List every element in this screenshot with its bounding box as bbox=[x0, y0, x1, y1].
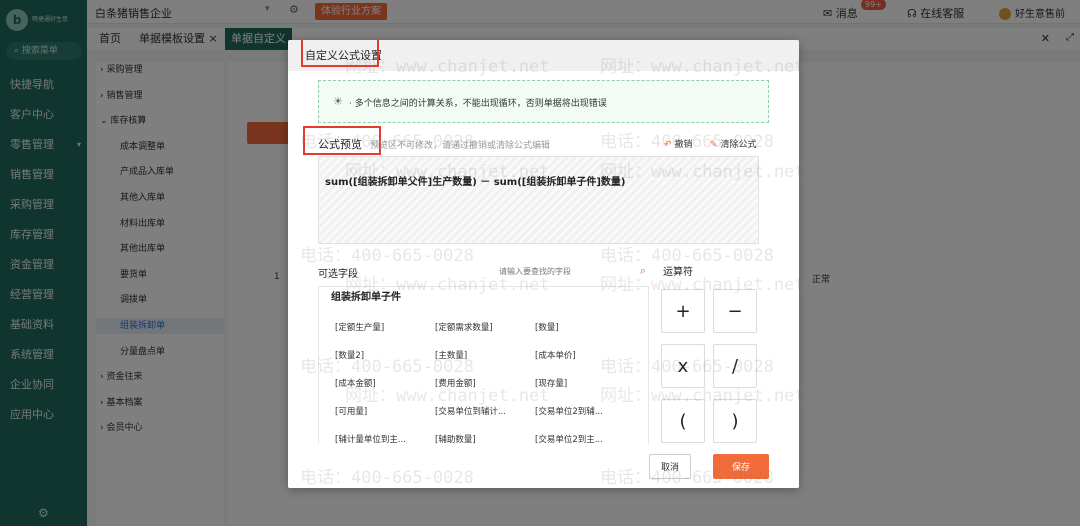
highlight-box bbox=[301, 40, 379, 67]
operator-plus-button[interactable]: + bbox=[661, 289, 705, 333]
field-search[interactable]: ⌕ bbox=[496, 263, 646, 280]
tip-text: · 多个信息之间的计算关系，不能出现循环，否则单据将出现错误 bbox=[349, 99, 607, 109]
field-item[interactable]: [费用金额] bbox=[435, 377, 476, 389]
operator-left-paren-button[interactable]: ( bbox=[661, 399, 705, 443]
lightbulb-icon: ☀ bbox=[333, 95, 343, 108]
field-item[interactable]: [成本金额] bbox=[335, 377, 376, 389]
field-item[interactable]: [数量] bbox=[535, 321, 559, 333]
cancel-button[interactable]: 取消 bbox=[649, 454, 691, 479]
field-group-title: 组装拆卸单子件 bbox=[331, 292, 401, 303]
eraser-icon: ✎ bbox=[710, 140, 718, 150]
field-item[interactable]: [定额需求数量] bbox=[435, 321, 493, 333]
operator-divide-button[interactable]: / bbox=[713, 344, 757, 388]
clear-formula-button[interactable]: ✎ 清除公式 bbox=[710, 137, 757, 150]
field-item[interactable]: [定额生产量] bbox=[335, 321, 384, 333]
field-item[interactable]: [成本单价] bbox=[535, 349, 576, 361]
operator-multiply-button[interactable]: x bbox=[661, 344, 705, 388]
field-item[interactable]: [数量2] bbox=[335, 349, 364, 361]
field-item[interactable]: [交易单位2到辅... bbox=[535, 405, 603, 417]
dialog-footer: 取消 保存 bbox=[288, 444, 799, 488]
custom-formula-dialog: 自定义公式设置 ☀ · 多个信息之间的计算关系，不能出现循环，否则单据将出现错误… bbox=[288, 40, 799, 488]
formula-preview-box: sum([组装拆卸单父件]生产数量) － sum([组装拆卸单子件]数量) bbox=[318, 156, 759, 244]
save-button[interactable]: 保存 bbox=[713, 454, 769, 479]
operator-right-paren-button[interactable]: ) bbox=[713, 399, 757, 443]
tip-banner: ☀ · 多个信息之间的计算关系，不能出现循环，否则单据将出现错误 bbox=[318, 80, 769, 123]
preview-hint: 预览区不可修改，请通过撤销或清除公式编辑 bbox=[370, 141, 551, 151]
operator-minus-button[interactable]: − bbox=[713, 289, 757, 333]
field-item[interactable]: [可用量] bbox=[335, 405, 367, 417]
field-item[interactable]: [主数量] bbox=[435, 349, 467, 361]
operators-label: 运算符 bbox=[663, 267, 693, 278]
field-search-input[interactable] bbox=[496, 263, 628, 280]
undo-icon: ↶ bbox=[664, 140, 672, 150]
field-item[interactable]: [交易单位到辅计... bbox=[435, 405, 506, 417]
undo-button[interactable]: ↶ 撤销 bbox=[664, 137, 693, 150]
field-item[interactable]: [现存量] bbox=[535, 377, 567, 389]
search-icon[interactable]: ⌕ bbox=[640, 264, 646, 278]
fields-label: 可选字段 bbox=[318, 269, 358, 280]
formula-text: sum([组装拆卸单父件]生产数量) － sum([组装拆卸单子件]数量) bbox=[325, 177, 626, 188]
